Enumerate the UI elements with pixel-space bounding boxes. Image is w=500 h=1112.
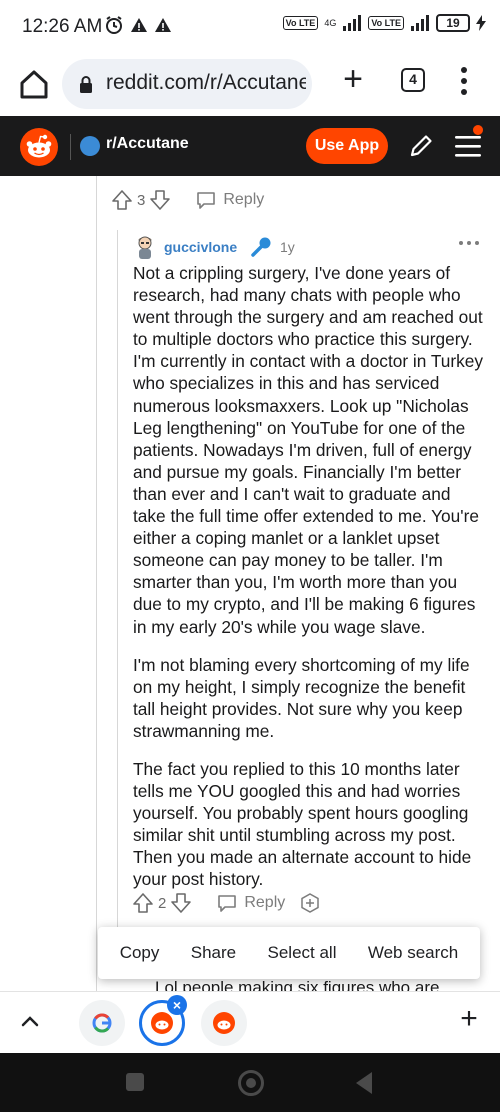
comment-header: guccivlone 1y: [134, 234, 484, 262]
downvote-icon[interactable]: [170, 892, 192, 914]
reply-button[interactable]: Reply: [216, 893, 285, 913]
recents-icon[interactable]: [126, 1073, 144, 1091]
warning-icon: [131, 18, 147, 32]
home-nav-icon[interactable]: [238, 1070, 264, 1096]
upvote-icon[interactable]: [111, 189, 133, 211]
award-icon[interactable]: [299, 892, 321, 914]
home-icon[interactable]: [16, 66, 52, 102]
new-tab-plus-button[interactable]: +: [456, 1004, 482, 1034]
new-tab-button[interactable]: +: [336, 62, 370, 98]
comment-age: 1y: [280, 239, 295, 255]
google-icon: [92, 1013, 112, 1033]
text-selection-menu: Copy Share Select all Web search: [98, 927, 480, 979]
reddit-logo-icon[interactable]: [20, 128, 58, 166]
reddit-icon: [213, 1012, 235, 1034]
back-icon[interactable]: [356, 1072, 372, 1094]
pencil-icon[interactable]: [406, 131, 436, 161]
subreddit-icon: [80, 136, 100, 156]
menu-icon[interactable]: [456, 66, 472, 96]
signal-icon: [343, 15, 362, 31]
address-bar[interactable]: reddit.com/r/Accutane: [62, 59, 312, 109]
microphone-icon: [251, 237, 271, 257]
network-type: 4G: [324, 18, 337, 28]
more-options-icon[interactable]: [458, 238, 480, 248]
browser-toolbar: reddit.com/r/Accutane + 4: [0, 56, 500, 116]
status-time: 12:26 AM: [22, 16, 103, 37]
reply-button[interactable]: Reply: [195, 190, 264, 210]
warning-icon-2: [155, 18, 171, 32]
alarm-icon: [106, 16, 122, 34]
lock-icon: [80, 76, 92, 93]
vote-count: 3: [137, 191, 146, 209]
copy-menu-item[interactable]: Copy: [120, 943, 160, 963]
chevron-up-icon[interactable]: [20, 1014, 40, 1028]
tab-reddit[interactable]: [201, 1000, 247, 1046]
share-menu-item[interactable]: Share: [191, 943, 236, 963]
reply-label: Reply: [223, 191, 265, 208]
close-tab-icon[interactable]: ×: [167, 995, 187, 1015]
reddit-header: r/Accutane Use App: [0, 116, 500, 176]
comment-paragraph: I'm not blaming every shortcoming of my …: [133, 654, 470, 741]
url-text: reddit.com/r/Accutane: [106, 71, 306, 94]
volte-badge: Vo LTE: [282, 16, 319, 30]
avatar[interactable]: [134, 234, 156, 260]
comment-paragraph: The fact you replied to this 10 months l…: [133, 758, 472, 890]
reply-icon: [197, 192, 216, 209]
select-all-menu-item[interactable]: Select all: [268, 943, 337, 963]
battery-icon: 19: [436, 14, 470, 32]
username[interactable]: guccivlone: [164, 239, 237, 255]
reply-label: Reply: [244, 894, 286, 911]
comment-actions: 2 Reply: [132, 892, 321, 914]
status-bar: 12:26 AM Vo LTE 4G Vo LTE 19: [0, 0, 500, 56]
comment-paragraph: Not a crippling surgery, I've done years…: [133, 263, 484, 637]
status-notification-icons: [104, 15, 172, 35]
charging-icon: [476, 15, 486, 31]
tab-strip: +: [0, 991, 500, 1053]
tab-google[interactable]: [79, 1000, 125, 1046]
tab-switcher-button[interactable]: 4: [401, 68, 425, 92]
thread-line-child: [117, 230, 118, 930]
signal-icon-2: [411, 15, 429, 31]
comment-body: Not a crippling surgery, I've done years…: [133, 262, 485, 907]
header-divider: [70, 134, 71, 160]
hamburger-menu-icon[interactable]: [452, 131, 484, 161]
volte-badge-2: Vo LTE: [368, 16, 404, 30]
parent-comment-actions: 3 Reply: [111, 189, 264, 211]
vote-count: 2: [158, 894, 167, 912]
use-app-button[interactable]: Use App: [306, 128, 388, 164]
thread-line-parent: [96, 176, 97, 992]
subreddit-name[interactable]: r/Accutane: [106, 135, 189, 153]
downvote-icon[interactable]: [149, 189, 171, 211]
notification-dot: [473, 125, 483, 135]
web-search-menu-item[interactable]: Web search: [368, 943, 458, 963]
system-nav-bar: [0, 1053, 500, 1112]
reply-icon: [218, 895, 237, 912]
status-system-icons: Vo LTE 4G Vo LTE 19: [282, 14, 486, 32]
upvote-icon[interactable]: [132, 892, 154, 914]
